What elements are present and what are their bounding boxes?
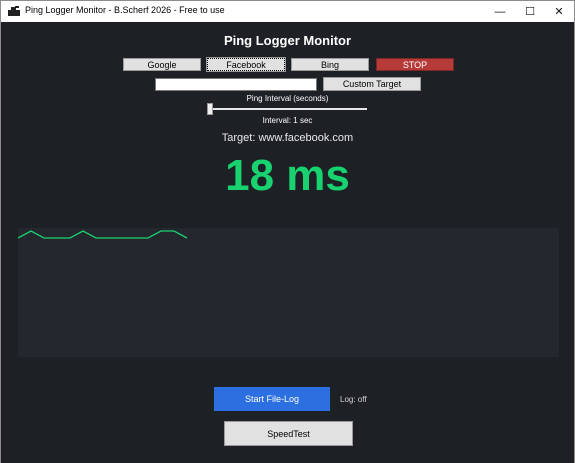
current-target-text: Target: www.facebook.com (221, 132, 354, 144)
slider-thumb[interactable] (207, 103, 213, 115)
log-status-text: Log: off (340, 395, 367, 404)
window-title: Ping Logger Monitor - B.Scherf 2026 - Fr… (25, 5, 225, 15)
title-bar[interactable]: Ping Logger Monitor - B.Scherf 2026 - Fr… (1, 1, 574, 22)
ping-graph-line (17, 230, 188, 239)
minimize-button[interactable]: — (485, 1, 515, 22)
interval-value-text: Interval: 1 sec (262, 116, 313, 125)
app-window: Ping Logger Monitor - B.Scherf 2026 - Fr… (0, 0, 575, 463)
custom-target-button[interactable]: Custom Target (323, 77, 421, 91)
ping-value: 18 ms (225, 151, 350, 200)
ping-interval-slider[interactable] (207, 103, 367, 115)
maximize-button[interactable]: ☐ (515, 1, 545, 22)
stop-button[interactable]: STOP (376, 58, 454, 71)
ping-graph (17, 230, 188, 239)
google-button[interactable]: Google (123, 58, 201, 71)
slider-track[interactable] (207, 108, 367, 110)
facebook-button[interactable]: Facebook (206, 57, 286, 72)
app-icon (8, 6, 20, 16)
start-file-log-button[interactable]: Start File-Log (214, 387, 330, 411)
client-area: Ping Logger Monitor Google Facebook Bing… (1, 22, 574, 463)
bing-button[interactable]: Bing (291, 58, 369, 71)
ping-interval-label: Ping Interval (seconds) (246, 94, 329, 103)
custom-target-input[interactable] (155, 78, 317, 91)
page-title: Ping Logger Monitor (223, 33, 352, 48)
close-button[interactable]: ✕ (544, 1, 574, 22)
speedtest-button[interactable]: SpeedTest (224, 421, 353, 446)
